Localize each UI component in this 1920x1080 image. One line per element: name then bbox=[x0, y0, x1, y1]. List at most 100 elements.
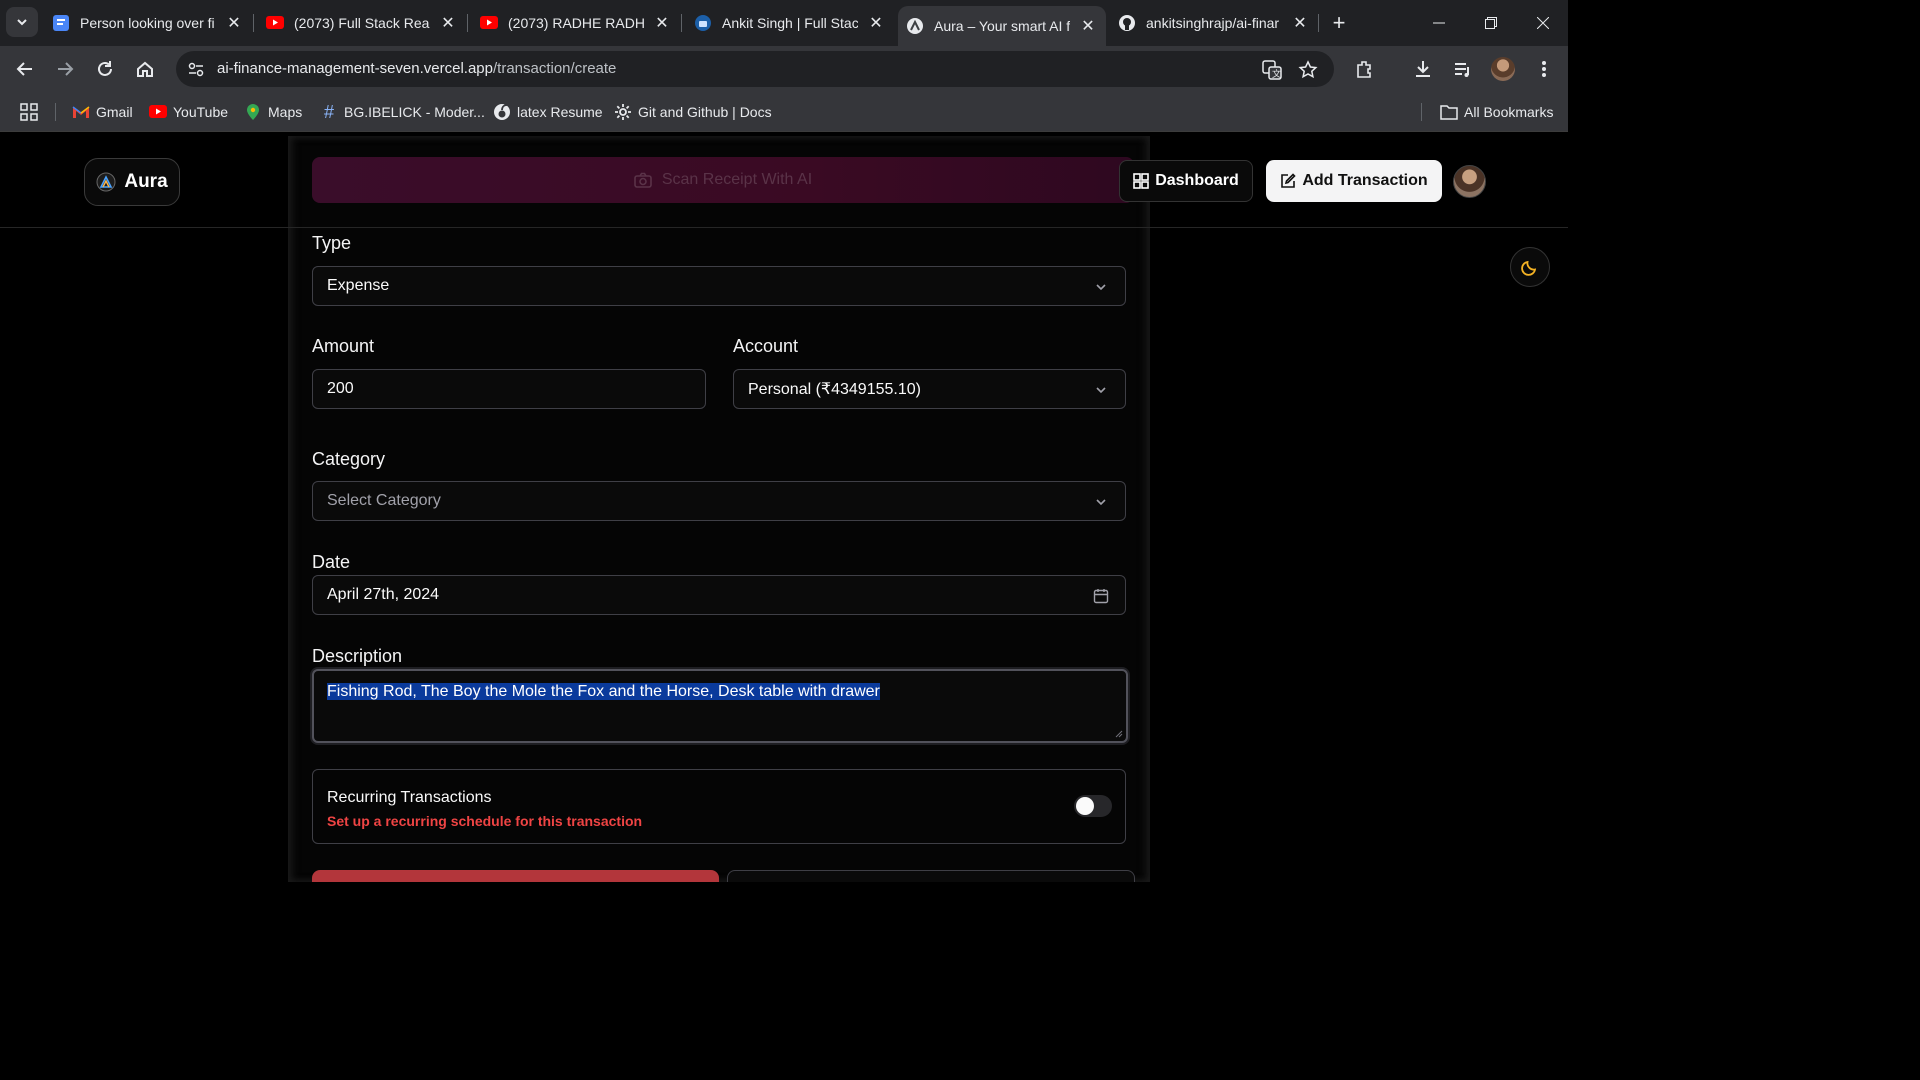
amount-label: Amount bbox=[312, 336, 375, 356]
reload-button[interactable] bbox=[90, 54, 120, 84]
bookmark-bgibelick[interactable]: # BG.IBELICK - Moder... bbox=[320, 102, 485, 122]
apps-icon[interactable] bbox=[20, 102, 38, 122]
back-button[interactable] bbox=[10, 54, 40, 84]
create-transaction-button[interactable] bbox=[312, 870, 719, 882]
tab-2[interactable]: (2073) RADHE RADHE ✕ bbox=[480, 6, 672, 40]
app-header: Aura Scan Receipt With AI Dashboard Add … bbox=[0, 136, 1568, 228]
recurring-title: Recurring Transactions bbox=[327, 789, 492, 806]
type-value: Expense bbox=[327, 277, 390, 294]
all-bookmarks-label: All Bookmarks bbox=[1464, 104, 1554, 120]
restore-icon bbox=[1485, 17, 1497, 29]
tab-5[interactable]: ankitsinghrajp/ai-finar ✕ bbox=[1118, 6, 1310, 40]
tab-search-button[interactable] bbox=[6, 7, 38, 37]
arrow-right-icon bbox=[58, 62, 74, 76]
date-label: Date bbox=[312, 552, 351, 572]
bookmark-latex[interactable]: latex Resume bbox=[493, 102, 603, 122]
toggle-knob bbox=[1076, 797, 1094, 815]
theme-toggle-button[interactable] bbox=[1510, 247, 1550, 287]
chevron-down-icon bbox=[1096, 499, 1106, 506]
tab-strip: Person looking over fi ✕ (2073) Full Sta… bbox=[0, 0, 1568, 46]
category-placeholder: Select Category bbox=[327, 492, 441, 509]
youtube-icon bbox=[480, 14, 498, 32]
bookmark-label: Maps bbox=[268, 104, 303, 120]
close-window-button[interactable] bbox=[1520, 8, 1566, 38]
close-icon[interactable]: ✕ bbox=[866, 13, 886, 33]
close-icon[interactable]: ✕ bbox=[1078, 16, 1098, 36]
tab-1[interactable]: (2073) Full Stack React ✕ bbox=[266, 6, 458, 40]
bookmarks-bar: Gmail YouTube Maps # BG.IBELICK - Moder.… bbox=[0, 92, 1568, 132]
cancel-button[interactable] bbox=[727, 870, 1135, 882]
moon-icon bbox=[1521, 260, 1537, 276]
tab-0[interactable]: Person looking over fi ✕ bbox=[52, 6, 244, 40]
media-control-icon[interactable] bbox=[1450, 56, 1476, 82]
bookmark-git-docs[interactable]: Git and Github | Docs bbox=[614, 102, 772, 122]
address-bar[interactable]: ai-finance-management-seven.vercel.app/t… bbox=[176, 51, 1334, 87]
amount-input[interactable]: 200 bbox=[312, 369, 706, 409]
bookmark-gmail[interactable]: Gmail bbox=[72, 102, 133, 122]
add-transaction-button[interactable]: Add Transaction bbox=[1266, 160, 1442, 202]
type-select[interactable]: Expense bbox=[312, 266, 1126, 306]
close-icon[interactable]: ✕ bbox=[224, 13, 244, 33]
add-transaction-label: Add Transaction bbox=[1302, 172, 1428, 189]
page-content: Aura Scan Receipt With AI Dashboard Add … bbox=[0, 136, 1568, 882]
minimize-icon bbox=[1433, 22, 1445, 24]
all-bookmarks[interactable]: All Bookmarks bbox=[1440, 102, 1553, 122]
bookmark-label: Git and Github | Docs bbox=[638, 104, 772, 120]
translate-icon[interactable]: 文 bbox=[1259, 57, 1285, 83]
account-select[interactable]: Personal (₹4349155.10) bbox=[733, 369, 1126, 409]
tab-3[interactable]: Ankit Singh | Full Stack ✕ bbox=[694, 6, 886, 40]
folder-icon bbox=[1440, 103, 1458, 121]
recurring-subtitle: Set up a recurring schedule for this tra… bbox=[327, 813, 643, 829]
site-info-icon[interactable] bbox=[184, 57, 208, 81]
tab-title: (2073) RADHE RADHE bbox=[508, 15, 644, 31]
calendar-icon bbox=[1093, 589, 1109, 604]
close-icon[interactable]: ✕ bbox=[438, 13, 458, 33]
brand-logo[interactable]: Aura bbox=[84, 158, 180, 206]
briefcase-icon bbox=[694, 14, 712, 32]
account-value: Personal (₹4349155.10) bbox=[748, 381, 921, 398]
scan-receipt-label: Scan Receipt With AI bbox=[661, 171, 813, 188]
new-tab-button[interactable]: + bbox=[1326, 10, 1352, 36]
minimize-button[interactable] bbox=[1416, 8, 1462, 38]
bookmark-star-icon[interactable] bbox=[1295, 57, 1321, 83]
bookmark-maps[interactable]: Maps bbox=[244, 102, 302, 122]
gear-icon bbox=[614, 103, 632, 121]
recurring-toggle[interactable] bbox=[1074, 795, 1112, 817]
profile-image bbox=[1491, 57, 1515, 81]
tab-separator bbox=[1318, 14, 1319, 32]
resize-handle-icon[interactable] bbox=[1115, 730, 1123, 738]
close-icon[interactable]: ✕ bbox=[1290, 13, 1310, 33]
youtube-icon bbox=[266, 14, 284, 32]
bookmark-separator bbox=[55, 103, 56, 121]
user-avatar[interactable] bbox=[1453, 165, 1486, 198]
profile-avatar[interactable] bbox=[1490, 56, 1516, 82]
bookmark-label: latex Resume bbox=[517, 104, 603, 120]
menu-icon[interactable] bbox=[1531, 56, 1557, 82]
tab-separator bbox=[681, 14, 682, 32]
chevron-down-icon bbox=[1096, 284, 1106, 291]
account-label: Account bbox=[733, 336, 799, 356]
chevron-down-icon bbox=[17, 19, 27, 26]
date-picker[interactable]: April 27th, 2024 bbox=[312, 575, 1126, 615]
overleaf-icon bbox=[493, 103, 511, 121]
category-select[interactable]: Select Category bbox=[312, 481, 1126, 521]
bookmark-label: BG.IBELICK - Moder... bbox=[344, 104, 485, 120]
restore-button[interactable] bbox=[1468, 8, 1514, 38]
svg-text:文: 文 bbox=[1272, 68, 1281, 80]
bookmark-youtube[interactable]: YouTube bbox=[149, 102, 228, 122]
home-button[interactable] bbox=[130, 54, 160, 84]
close-icon bbox=[1537, 17, 1549, 29]
bookmark-separator bbox=[1421, 103, 1422, 121]
scan-receipt-button[interactable]: Scan Receipt With AI bbox=[312, 157, 1134, 203]
description-textarea[interactable]: Fishing Rod, The Boy the Mole the Fox an… bbox=[312, 669, 1128, 743]
description-value: Fishing Rod, The Boy the Mole the Fox an… bbox=[327, 683, 880, 700]
arrow-left-icon bbox=[16, 62, 32, 76]
download-icon[interactable] bbox=[1410, 56, 1436, 82]
tab-title: ankitsinghrajp/ai-finar bbox=[1146, 15, 1280, 31]
dashboard-button[interactable]: Dashboard bbox=[1119, 160, 1253, 202]
forward-button[interactable] bbox=[50, 54, 80, 84]
aura-logo-icon bbox=[96, 172, 116, 192]
tab-4-active[interactable]: Aura – Your smart AI fi ✕ bbox=[898, 6, 1106, 46]
close-icon[interactable]: ✕ bbox=[652, 13, 672, 33]
extensions-icon[interactable] bbox=[1352, 56, 1378, 82]
